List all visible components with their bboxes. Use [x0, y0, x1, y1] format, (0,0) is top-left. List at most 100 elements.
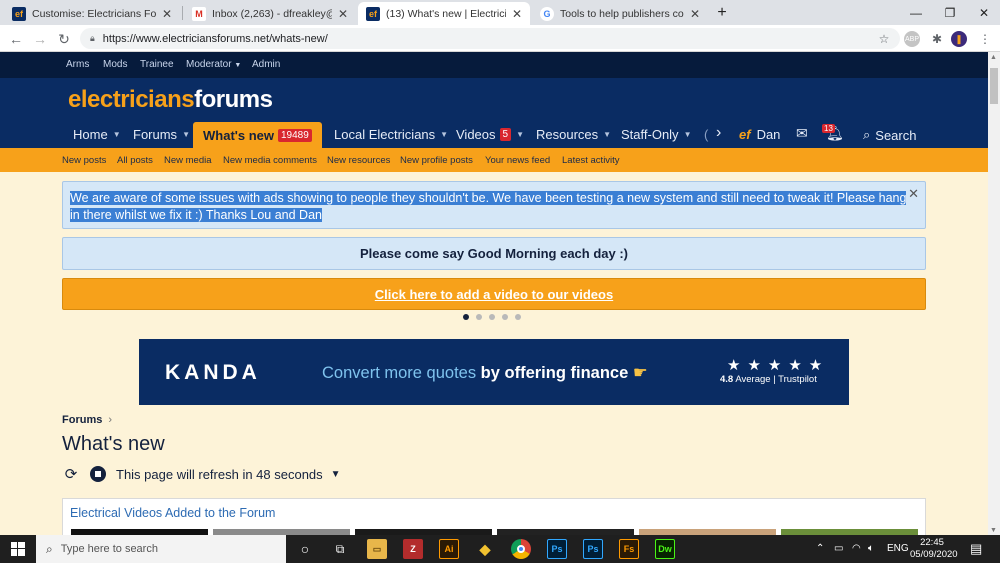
site-logo[interactable]: electriciansforums	[68, 86, 273, 114]
add-video-link[interactable]: Click here to add a video to our videos	[62, 278, 926, 310]
ef-favicon-icon: ef	[366, 6, 380, 21]
volume-icon[interactable]: 🔈︎	[868, 543, 874, 554]
notice-carousel-dots	[463, 314, 521, 320]
cortana-icon[interactable]: ○	[295, 539, 315, 559]
subnav-your-news-feed[interactable]: Your news feed	[485, 155, 550, 166]
clock-time: 22:45	[920, 537, 944, 548]
page-scrollbar[interactable]: ▲ ▼	[988, 52, 1000, 535]
subnav-new-media[interactable]: New media	[164, 155, 212, 166]
kanda-ad-banner[interactable]: KANDA Convert more quotes by offering fi…	[139, 339, 849, 405]
forward-icon[interactable]: →	[30, 29, 50, 49]
dreamweaver-icon[interactable]: Dw	[655, 539, 675, 559]
dismiss-notice-close-icon[interactable]: ✕	[908, 186, 919, 202]
user-menu[interactable]: ef Dan	[739, 127, 780, 142]
alerts-count-badge: 13	[822, 124, 835, 133]
nav-home-label: Home	[73, 127, 108, 142]
close-tab-icon[interactable]: ✕	[690, 7, 700, 21]
caret-down-icon[interactable]: ▼	[440, 130, 448, 139]
nav-forums[interactable]: Forums ▼	[133, 127, 190, 142]
breadcrumb-forums[interactable]: Forums	[62, 414, 102, 426]
nav-staff-only[interactable]: Staff-Only ▼	[621, 127, 691, 142]
carousel-dot[interactable]	[489, 314, 495, 320]
carousel-dot[interactable]	[515, 314, 521, 320]
cyberduck-icon[interactable]: ◆	[475, 539, 495, 559]
subnav-latest-activity[interactable]: Latest activity	[562, 155, 620, 166]
photoshop-icon-2[interactable]: Ps	[583, 539, 603, 559]
extensions-puzzle-icon[interactable]: ✱	[928, 30, 946, 48]
close-tab-icon[interactable]: ✕	[512, 7, 522, 21]
refresh-dropdown-caret-icon[interactable]: ▼	[331, 469, 341, 480]
browser-tab-gmail[interactable]: M Inbox (2,263) - dfreakley@gmail. ✕	[184, 2, 356, 25]
new-tab-icon[interactable]: +	[708, 0, 736, 25]
nav-overflow-item[interactable]: (	[704, 127, 708, 142]
scrollbar-thumb[interactable]	[990, 68, 998, 104]
carousel-dot[interactable]	[463, 314, 469, 320]
taskbar-search-input[interactable]: ⌕ Type here to search	[36, 535, 286, 563]
caret-down-icon[interactable]: ▼	[113, 130, 121, 139]
taskbar-clock[interactable]: 22:45 05/09/2020	[910, 537, 958, 561]
subnav-all-posts[interactable]: All posts	[117, 155, 153, 166]
subnav-new-profile-posts[interactable]: New profile posts	[400, 155, 473, 166]
browser-tab-customise[interactable]: ef Customise: Electricians Forum for ✕	[4, 2, 180, 25]
reload-icon[interactable]: ↻	[54, 29, 74, 49]
bookmark-star-icon[interactable]: ☆	[875, 30, 893, 48]
caret-down-icon[interactable]: ▼	[684, 130, 692, 139]
inbox-envelope-icon[interactable]: ✉	[796, 125, 808, 142]
close-tab-icon[interactable]: ✕	[162, 7, 172, 21]
windows-start-icon[interactable]	[0, 535, 36, 563]
subnav-new-media-comments[interactable]: New media comments	[223, 155, 317, 166]
browser-tab-google-tools[interactable]: G Tools to help publishers comply ✕	[532, 2, 708, 25]
caret-down-icon[interactable]: ▼	[516, 130, 524, 139]
nav-search[interactable]: ⌕ Search	[863, 127, 916, 143]
notifications-icon[interactable]: ▤	[970, 541, 982, 557]
staff-link-arms[interactable]: Arms	[66, 59, 89, 70]
clock-date: 05/09/2020	[910, 549, 958, 560]
videos-widget-title[interactable]: Electrical Videos Added to the Forum	[70, 506, 275, 520]
language-indicator[interactable]: ENG	[887, 543, 909, 554]
scroll-down-icon[interactable]: ▼	[990, 527, 997, 534]
nav-whats-new[interactable]: What's new 19489	[193, 122, 322, 148]
nav-videos[interactable]: Videos 5 ▼	[456, 127, 524, 142]
tray-chevron-up-icon[interactable]: ⌃	[816, 543, 824, 554]
staff-link-mods[interactable]: Mods	[103, 59, 127, 70]
subnav-new-resources[interactable]: New resources	[327, 155, 390, 166]
nav-scroll-right-icon[interactable]: ›	[716, 124, 721, 142]
staff-link-trainee[interactable]: Trainee	[140, 59, 174, 70]
back-icon[interactable]: ←	[6, 29, 26, 49]
refresh-arrows-icon[interactable]: ⟳	[62, 465, 80, 483]
browser-menu-icon[interactable]: ⋮	[976, 30, 994, 48]
nav-resources-label: Resources	[536, 127, 599, 142]
task-view-icon[interactable]: ⧉	[330, 539, 350, 559]
restore-icon[interactable]: ❐	[932, 0, 968, 25]
photoshop-icon[interactable]: Ps	[547, 539, 567, 559]
carousel-dot[interactable]	[476, 314, 482, 320]
windows-taskbar: ⌕ Type here to search ○ ⧉ ▭ Z Ai ◆ Ps Ps…	[0, 535, 1000, 563]
staff-link-moderator[interactable]: Moderator ▼	[186, 59, 241, 70]
close-tab-icon[interactable]: ✕	[338, 7, 348, 21]
fuse-icon[interactable]: Fs	[619, 539, 639, 559]
battery-icon[interactable]: ▭	[834, 543, 843, 554]
filezilla-icon[interactable]: Z	[403, 539, 423, 559]
nav-resources[interactable]: Resources ▼	[536, 127, 611, 142]
adblock-extension-icon[interactable]: ABP	[904, 31, 920, 47]
stop-refresh-icon[interactable]	[90, 466, 106, 482]
caret-down-icon[interactable]: ▼	[603, 130, 611, 139]
carousel-dot[interactable]	[502, 314, 508, 320]
address-bar[interactable]: 🔒︎ https://www.electriciansforums.net/wh…	[80, 28, 900, 49]
nav-local-electricians[interactable]: Local Electricians ▼	[334, 127, 448, 142]
close-window-icon[interactable]: ✕	[966, 0, 1000, 25]
file-explorer-icon[interactable]: ▭	[367, 539, 387, 559]
nav-forums-label: Forums	[133, 127, 178, 142]
browser-tab-whats-new[interactable]: ef (13) What's new | ElectriciansForu ✕	[358, 2, 530, 25]
browser-tab-bar: ef Customise: Electricians Forum for ✕ M…	[0, 0, 1000, 25]
profile-avatar-icon[interactable]: ❚	[951, 31, 967, 47]
nav-home[interactable]: Home ▼	[73, 127, 121, 142]
minimize-icon[interactable]: —	[898, 0, 934, 25]
scroll-up-icon[interactable]: ▲	[990, 54, 997, 61]
caret-down-icon[interactable]: ▼	[182, 130, 190, 139]
staff-link-admin[interactable]: Admin	[252, 59, 280, 70]
subnav-new-posts[interactable]: New posts	[62, 155, 106, 166]
illustrator-icon[interactable]: Ai	[439, 539, 459, 559]
chrome-icon[interactable]	[511, 539, 531, 559]
wifi-icon[interactable]: ◠	[852, 543, 861, 554]
